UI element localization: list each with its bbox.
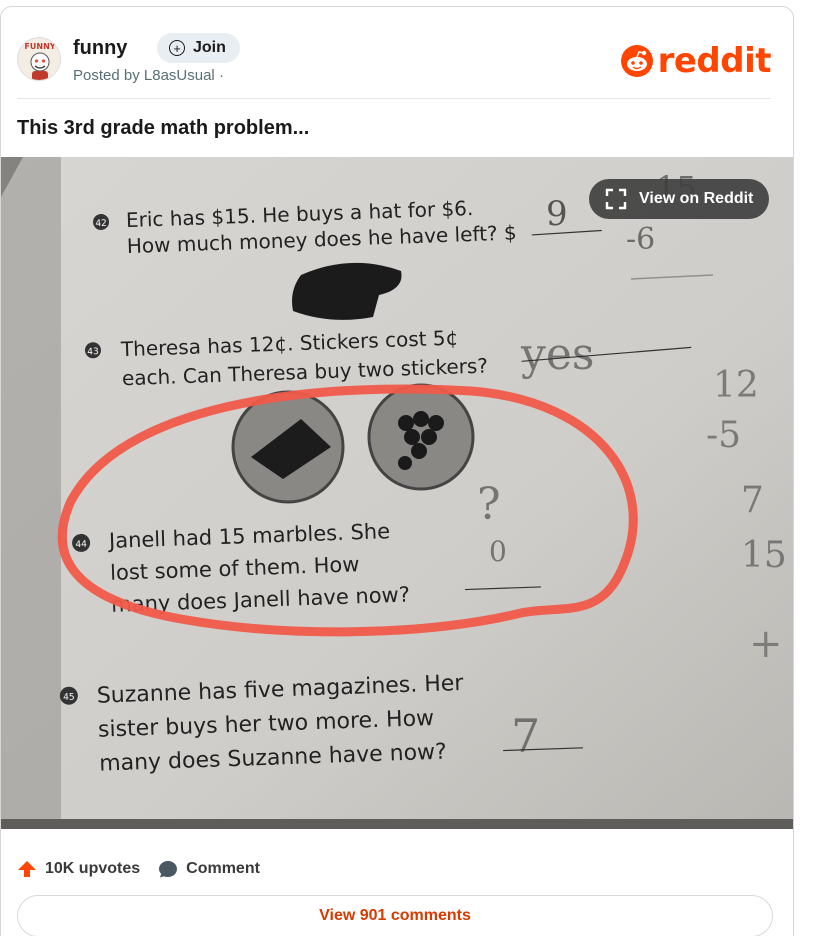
svg-text:12: 12 — [713, 365, 759, 406]
svg-text:44: 44 — [75, 540, 87, 550]
fullscreen-icon — [605, 188, 627, 210]
svg-text:43: 43 — [87, 347, 99, 357]
svg-text:42: 42 — [95, 219, 107, 229]
worksheet-photo: 42 Eric has $15. He buys a hat for $6. H… — [1, 157, 793, 829]
join-button[interactable]: + Join — [157, 33, 240, 63]
author-link[interactable]: L8asUsual — [144, 67, 215, 84]
comment-button[interactable]: Comment — [158, 859, 260, 879]
post-actions: 10K upvotes Comment — [17, 859, 260, 879]
reddit-alien-icon — [620, 45, 653, 77]
post-header: FUNNY funny + Join Posted by L8asUsual · — [17, 31, 772, 91]
posted-by: Posted by L8asUsual · — [73, 67, 224, 84]
posted-prefix: Posted by — [73, 67, 140, 84]
svg-text:?: ? — [477, 479, 501, 530]
post-media[interactable]: 42 Eric has $15. He buys a hat for $6. H… — [1, 157, 793, 829]
svg-text:0: 0 — [489, 535, 507, 568]
view-on-reddit-label: View on Reddit — [639, 190, 754, 207]
reddit-logo[interactable]: reddit — [620, 41, 772, 81]
upvote-arrow-icon — [18, 861, 36, 877]
svg-text:-5: -5 — [706, 415, 741, 456]
upvotes-count: 10K upvotes — [45, 860, 141, 877]
svg-text:45: 45 — [63, 693, 75, 703]
svg-text:+: + — [749, 621, 783, 667]
subreddit-avatar[interactable]: FUNNY — [17, 37, 61, 81]
posted-separator: · — [218, 67, 224, 84]
svg-text:yes: yes — [520, 329, 594, 380]
upvote-button[interactable]: 10K upvotes — [17, 859, 140, 879]
comment-bubble-icon — [159, 861, 178, 878]
comment-label: Comment — [186, 860, 260, 877]
header-divider — [17, 98, 771, 99]
svg-text:-6: -6 — [626, 222, 655, 257]
join-label: Join — [193, 39, 226, 56]
svg-text:FUNNY: FUNNY — [24, 42, 55, 51]
post-card: FUNNY funny + Join Posted by L8asUsual · — [0, 6, 794, 936]
subreddit-name[interactable]: funny — [73, 37, 127, 60]
reddit-wordmark: reddit — [657, 41, 772, 81]
plus-circle-icon: + — [169, 40, 185, 56]
svg-text:7: 7 — [511, 709, 540, 763]
svg-text:7: 7 — [741, 480, 764, 521]
svg-text:9: 9 — [546, 194, 568, 234]
svg-text:15: 15 — [741, 535, 787, 576]
post-title[interactable]: This 3rd grade math problem... — [17, 117, 309, 140]
view-comments-button[interactable]: View 901 comments — [17, 895, 773, 936]
view-on-reddit-button[interactable]: View on Reddit — [589, 179, 770, 219]
